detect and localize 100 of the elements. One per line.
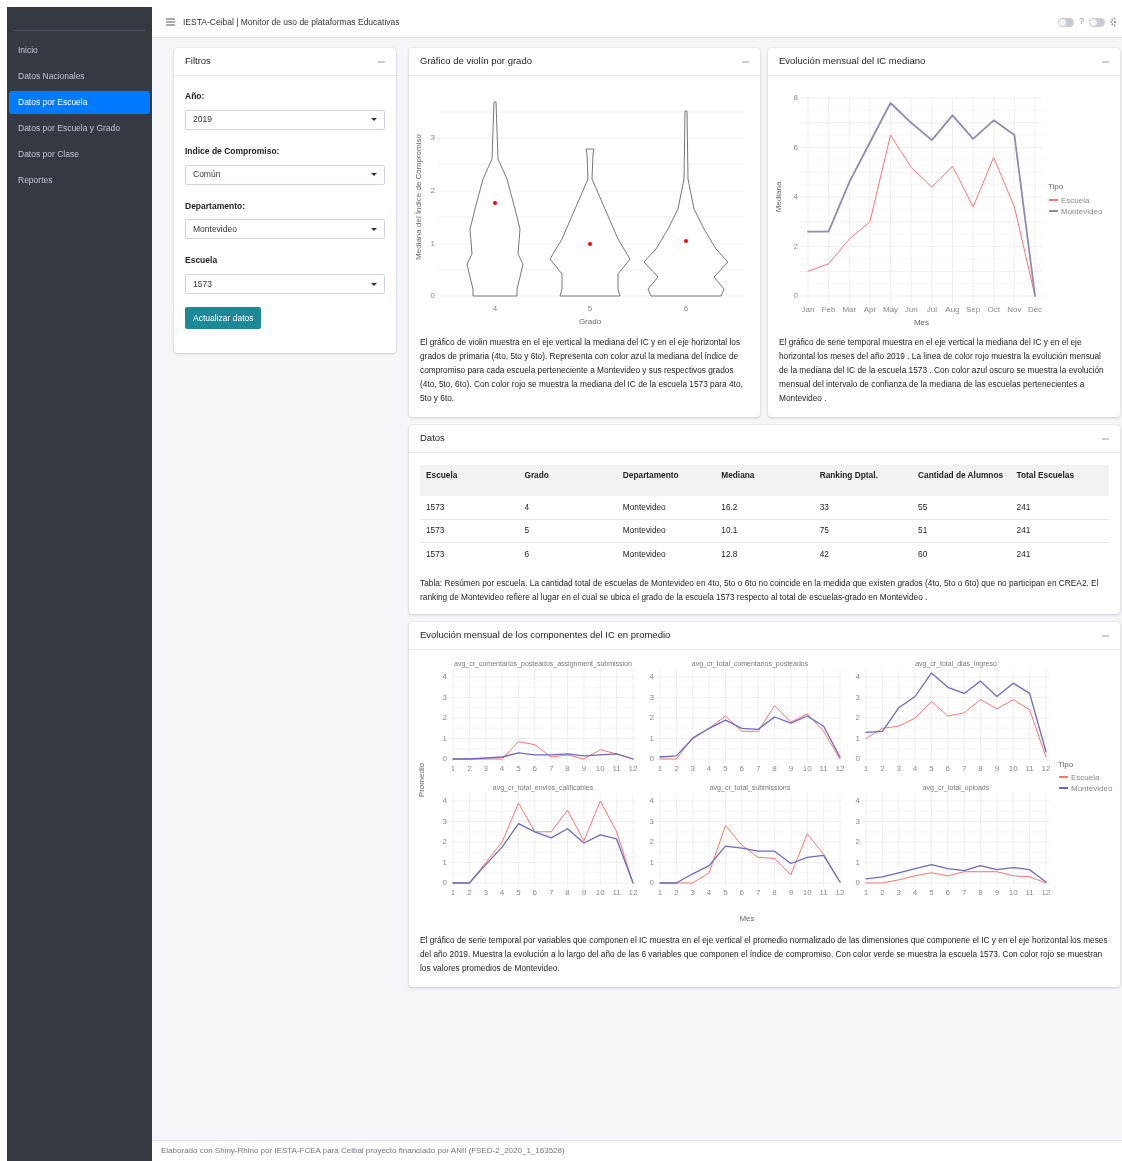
tick-label: 4 — [912, 888, 918, 897]
tick-label: 4 — [649, 672, 654, 681]
tick-label: 2 — [793, 241, 798, 251]
tick-label: 3 — [690, 888, 695, 897]
table-cell: Montevideo — [616, 542, 716, 565]
tick-label: 4 — [855, 672, 860, 681]
tick-label: 2 — [855, 837, 860, 846]
column-header: Escuela — [420, 465, 519, 496]
tick-label: 2 — [880, 764, 885, 773]
tick-label: 0 — [855, 878, 860, 887]
table-cell: 4 — [518, 496, 617, 519]
table-cell: 5 — [518, 519, 617, 542]
minimize-icon[interactable] — [742, 60, 749, 63]
minimize-icon[interactable] — [378, 60, 385, 63]
axis-title: Mes — [913, 318, 930, 327]
tick-label: 2 — [467, 888, 472, 897]
minimize-icon[interactable] — [1102, 437, 1109, 440]
sidebar-item[interactable]: Datos por Escuela y Grado — [9, 117, 150, 140]
sidebar-item[interactable]: Datos por Escuela — [9, 91, 150, 114]
table-cell: 16.2 — [715, 496, 814, 519]
select-field[interactable]: Montevideo — [185, 219, 385, 240]
tick-label: 0 — [442, 754, 447, 763]
legend-label: Montevideo — [1061, 207, 1103, 216]
axis-title: Mediana del Índice de Compromiso — [414, 134, 423, 260]
table-cell: 241 — [1010, 542, 1109, 565]
tick-label: 3 — [896, 888, 901, 897]
axis-title: Mes — [739, 914, 755, 923]
table-cell: 241 — [1010, 519, 1109, 542]
tick-label: 0 — [793, 291, 798, 300]
minimize-icon[interactable] — [1102, 634, 1109, 637]
card-title: Filtros — [185, 54, 211, 69]
tick-label: 4 — [912, 764, 918, 773]
tick-label: 4 — [442, 796, 447, 805]
tick-label: 1 — [657, 764, 663, 773]
tick-label: 5 — [516, 764, 521, 773]
tick-label: 6 — [532, 888, 538, 897]
select-field[interactable]: Común — [185, 164, 385, 185]
tick-label: Oct — [987, 305, 1000, 314]
sidebar-item[interactable]: Inicio — [9, 39, 150, 62]
tick-label: 6 — [532, 764, 538, 773]
tick-label: 7 — [755, 764, 761, 773]
tick-label: 12 — [628, 888, 638, 897]
column-header: Ranking Dptal. — [813, 465, 913, 496]
card-title: Evolución mensual de los componentes del IC en promedio — [420, 628, 671, 643]
tick-label: 5 — [929, 888, 934, 897]
caret-icon — [371, 227, 377, 231]
tick-label: 4 — [499, 888, 505, 897]
menu-icon[interactable] — [166, 18, 175, 26]
tick-label: 11 — [612, 764, 621, 773]
tick-label: 2 — [649, 713, 654, 722]
toggle-switch[interactable] — [1058, 17, 1074, 27]
tick-label: 9 — [581, 888, 587, 897]
tick-label: 5 — [516, 888, 521, 897]
column-header: Departamento — [616, 465, 716, 496]
tick-label: 0 — [855, 754, 860, 763]
tick-label: 8 — [565, 764, 570, 773]
tick-label: 4 — [442, 672, 447, 681]
tick-label: 0 — [649, 754, 654, 763]
tick-label: 5 — [587, 304, 593, 313]
toggle-switch[interactable] — [1089, 17, 1105, 27]
tick-label: 11 — [1025, 888, 1034, 897]
tick-label: 10 — [802, 888, 812, 897]
select-field[interactable]: 2019 — [185, 109, 385, 130]
field-label: Indice de Compromiso: — [185, 144, 281, 158]
tick-label: 1 — [863, 888, 869, 897]
tick-label: 4 — [649, 796, 654, 805]
update-button[interactable]: Actualizar datos — [185, 307, 262, 329]
tick-label: 0 — [430, 291, 435, 300]
description-text: El gráfico de serie temporal muestra en el eje vertical la mediana del IC y en el eje horizontal los meses del año 2019 . La linea de color rojo muestra la evolución mensual de la mediana del IC de la escuela 1573 . Con color azul oscuro se muestra la evolución mensual del intervalo de confianza de la mediana de las escuelas pertenecientes a Montevideo . — [778, 336, 1105, 405]
tick-label: 1 — [657, 888, 663, 897]
tick-label: 10 — [802, 764, 812, 773]
select-field[interactable]: 1573 — [185, 274, 385, 294]
gear-icon[interactable] — [1110, 17, 1116, 27]
sidebar-item[interactable]: Reportes — [9, 169, 150, 192]
column-header: Mediana — [715, 465, 814, 496]
tick-label: 10 — [595, 888, 605, 897]
tick-label: Jul — [926, 305, 937, 314]
tick-label: 11 — [819, 888, 828, 897]
sidebar-item[interactable]: Datos por Clase — [9, 143, 150, 166]
tick-label: 12 — [835, 764, 845, 773]
minimize-icon[interactable] — [1102, 60, 1109, 63]
tick-label: 2 — [649, 837, 654, 846]
table-cell: Montevideo — [616, 519, 716, 542]
tick-label: 4 — [492, 304, 498, 313]
column-header: Total Escuelas — [1010, 465, 1109, 496]
table-cell: 12.8 — [715, 542, 814, 565]
tick-label: Apr — [863, 305, 877, 314]
tick-label: 8 — [565, 888, 570, 897]
tick-label: 6 — [683, 304, 689, 313]
tick-label: 2 — [442, 837, 447, 846]
tick-label: Nov — [1007, 305, 1022, 314]
table-cell: 33 — [813, 496, 913, 519]
tick-label: 3 — [483, 888, 488, 897]
column-header: Grado — [518, 465, 617, 496]
tick-label: 2 — [674, 888, 679, 897]
tick-label: 7 — [548, 764, 554, 773]
app-title: IESTA-Ceibal | Monitor de uso de plataformas Educativas — [183, 15, 400, 29]
table-cell: 1573 — [420, 496, 519, 519]
tick-label: 1 — [442, 857, 447, 867]
sidebar-item[interactable]: Datos Nacionales — [9, 65, 150, 88]
